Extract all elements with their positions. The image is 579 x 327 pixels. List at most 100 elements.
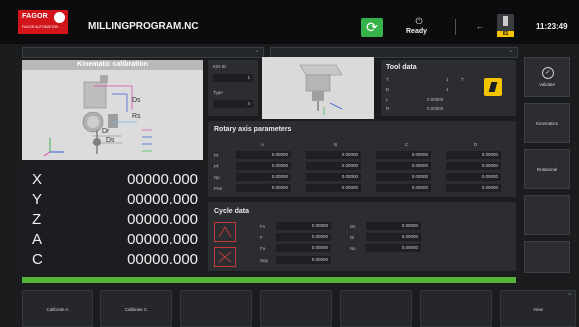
softkey-label: Calibrate C [124, 307, 148, 312]
calibrate-c-button[interactable]: Calibrate C [100, 290, 172, 327]
cycle-diagram-2-icon[interactable] [214, 247, 236, 267]
softkey-empty[interactable] [340, 290, 412, 327]
rotary-value: 0.00000 [271, 185, 288, 190]
axis-label: A [32, 231, 43, 248]
cycle-field[interactable]: 0.00000 [276, 244, 331, 252]
tool-row-label: L [386, 97, 389, 102]
tool-offset-icon[interactable] [484, 78, 502, 96]
clock: 11:23:49 [536, 22, 568, 31]
validate-label: Validate [539, 82, 555, 87]
rotary-row-label: Np [214, 175, 220, 180]
cycle-value: 0.00000 [311, 245, 328, 250]
rotary-field[interactable]: 0.00000 [236, 151, 291, 159]
tool-row-label: T [386, 77, 389, 82]
axis-row: X 00000.000 [32, 171, 198, 189]
cycle-left-label: Fs [260, 224, 265, 229]
tool-data-panel: Tool data T 1 D 1 L 0.00000 R 0.00000 T [381, 60, 516, 116]
axis-value: 00000.000 [127, 191, 198, 208]
rotary-value: 0.00000 [481, 152, 498, 157]
empty-side-button[interactable] [524, 195, 570, 235]
cycle-field[interactable]: 0.00000 [276, 233, 331, 241]
chevron-down-icon: ⌄ [254, 47, 260, 54]
left-selector[interactable]: ⌄ [22, 47, 264, 58]
tool-row-value: 0.00000 [427, 106, 444, 111]
axis-value: 00000.000 [127, 231, 198, 248]
rotary-field[interactable]: 0.00000 [306, 173, 361, 181]
rotary-field[interactable]: 0.00000 [236, 184, 291, 192]
rotary-value: 0.00000 [411, 163, 428, 168]
rotary-field[interactable]: 0.00000 [446, 184, 501, 192]
calibration-diagram: Ds Rs Dr Ds [22, 70, 203, 160]
rotary-value: 0.00000 [341, 174, 358, 179]
cycle-right-label: Ds [350, 224, 356, 229]
tool-image [262, 57, 374, 119]
rotary-field[interactable]: 0.00000 [376, 162, 431, 170]
cycle-title: Cycle data [214, 208, 250, 215]
rotary-field[interactable]: 0.00000 [446, 162, 501, 170]
tool-data-title: Tool data [386, 64, 417, 71]
rotary-value: 0.00000 [411, 185, 428, 190]
rotary-field[interactable]: 0.00000 [376, 151, 431, 159]
program-name: MILLINGPROGRAM.NC [88, 21, 199, 32]
empty-side-button[interactable] [524, 241, 570, 273]
rotary-col-header: B [334, 142, 338, 147]
rotational-button[interactable]: Rotational [524, 149, 570, 189]
tool-number-badge: 01 [497, 31, 514, 37]
logo-mark-icon [54, 12, 65, 23]
cycle-field[interactable]: 0.00000 [276, 222, 331, 230]
logo-brand: FAGOR [22, 13, 48, 20]
view-button[interactable]: View ^ [500, 290, 576, 327]
cycle-start-icon[interactable]: ⟳ [361, 18, 383, 37]
softkey-label: View [533, 307, 543, 312]
calibrate-a-button[interactable]: Calibrate A [22, 290, 93, 327]
rotary-field[interactable]: 0.00000 [446, 173, 501, 181]
rotary-field[interactable]: 0.00000 [236, 173, 291, 181]
rotary-axis-panel: Rotary axis parameters A B C D Pt 0.0000… [208, 121, 516, 197]
rotary-field[interactable]: 0.00000 [306, 162, 361, 170]
cycle-field[interactable]: 0.00000 [276, 256, 331, 264]
rotary-value: 0.00000 [341, 185, 358, 190]
logo-subtitle: FAGOR AUTOMATION [22, 25, 59, 29]
chevron-down-icon: ⌄ [508, 47, 514, 54]
status-text: Ready [406, 28, 428, 35]
cycle-field[interactable]: 0.00000 [366, 244, 421, 252]
softkey-empty[interactable] [180, 290, 252, 327]
fagor-logo: FAGOR FAGOR AUTOMATION [18, 10, 68, 34]
softkey-empty[interactable] [420, 290, 492, 327]
rotary-field[interactable]: 0.00000 [306, 151, 361, 159]
rotary-field[interactable]: 0.00000 [376, 184, 431, 192]
power-icon: ⏻ [415, 16, 423, 26]
axis-row: C 00000.000 [32, 251, 198, 269]
rotary-row-label: Pt [214, 153, 219, 158]
tool-icon [497, 14, 514, 31]
softkey-empty[interactable] [260, 290, 332, 327]
rotary-col-header: D [474, 142, 478, 147]
cycle-left-label: Sep [260, 258, 269, 263]
cycle-value: 0.00000 [401, 223, 418, 228]
cycle-left-label: Fa [260, 246, 266, 251]
rotary-value: 0.00000 [481, 185, 498, 190]
rotary-value: 0.00000 [271, 152, 288, 157]
rotary-field[interactable]: 0.00000 [376, 173, 431, 181]
rotary-field[interactable]: 0.00000 [446, 151, 501, 159]
validate-button[interactable]: ✓ Validate [524, 57, 570, 97]
cycle-diagram-1-icon[interactable] [214, 222, 236, 242]
kinematics-button[interactable]: Kinematics [524, 103, 570, 143]
cycle-field[interactable]: 0.00000 [366, 233, 421, 241]
type-field[interactable]: 4 [213, 100, 253, 108]
cycle-left-label: F [260, 235, 263, 240]
rotary-value: 0.00000 [271, 174, 288, 179]
rotary-row-label: Pne [214, 186, 223, 191]
rotary-value: 0.00000 [481, 174, 498, 179]
rotary-field[interactable]: 0.00000 [306, 184, 361, 192]
kin-id-field[interactable]: 1 [213, 74, 253, 82]
kin-id-label: KIN ID [213, 64, 227, 69]
rotary-field[interactable]: 0.00000 [236, 162, 291, 170]
axis-label: C [32, 251, 43, 268]
type-value: 4 [247, 101, 250, 106]
cycle-data-panel: Cycle data Fs 0.00000 F 0.00000 Fa 0.000… [208, 202, 516, 271]
axis-label: Y [32, 191, 43, 208]
label-ds: Ds [132, 97, 141, 104]
rotary-col-header: A [261, 142, 265, 147]
cycle-field[interactable]: 0.00000 [366, 222, 421, 230]
